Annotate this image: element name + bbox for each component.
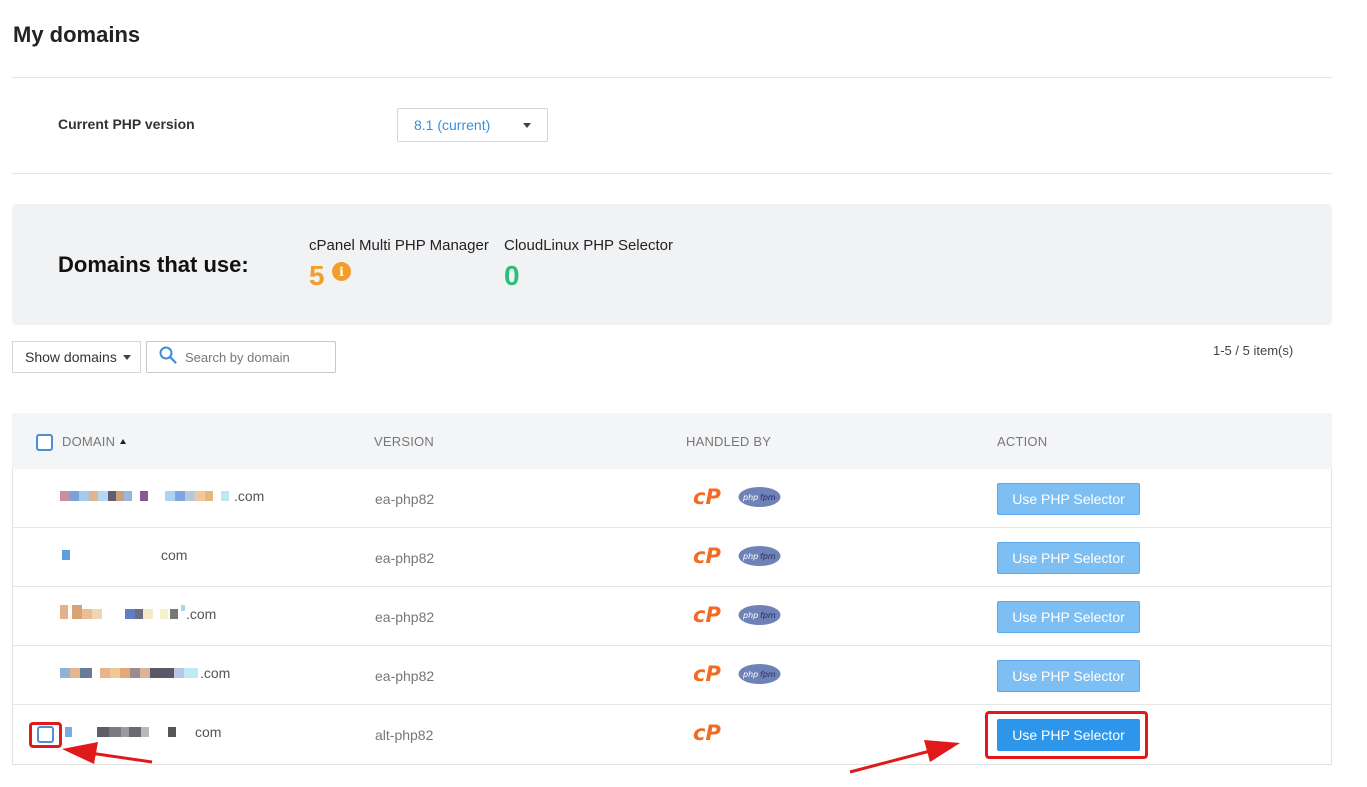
svg-text:php: php [742, 670, 758, 679]
svg-text:php: php [742, 493, 758, 502]
sort-ascending-icon [120, 439, 127, 444]
cpanel-icon: cP [692, 661, 724, 686]
php-fpm-icon: php fpm [738, 604, 781, 626]
chevron-down-icon [122, 354, 131, 360]
table-row: .com ea-php82 cP php fpm Use PHP Selector [13, 646, 1331, 705]
column-header-version: VERSION [374, 434, 434, 449]
domain-suffix: com [195, 724, 222, 740]
svg-text:fpm: fpm [760, 552, 776, 561]
svg-text:fpm: fpm [760, 670, 776, 679]
table-header: DOMAIN VERSION HANDLED BY ACTION [12, 413, 1332, 469]
svg-text:fpm: fpm [760, 493, 776, 502]
cpanel-icon: cP [692, 543, 724, 568]
cloudlinux-stat-label: CloudLinux PHP Selector [504, 237, 673, 254]
items-count: 1-5 / 5 item(s) [1213, 343, 1294, 358]
column-header-action: ACTION [997, 434, 1048, 449]
stats-heading: Domains that use: [58, 252, 249, 277]
cpanel-icon: cP [692, 484, 724, 509]
show-domains-dropdown[interactable]: Show domains [12, 341, 141, 373]
php-version: alt-php82 [375, 727, 434, 743]
search-icon [159, 346, 177, 369]
php-version-select[interactable]: 8.1 (current) [397, 108, 548, 142]
column-header-handled-by: HANDLED BY [686, 434, 772, 449]
highlight-button [985, 711, 1148, 759]
domain-name: .com [60, 488, 320, 505]
info-icon[interactable]: i [332, 262, 351, 281]
php-version: ea-php82 [375, 668, 435, 684]
divider [12, 77, 1332, 78]
cpanel-icon: cP [692, 720, 724, 745]
svg-text:cP: cP [693, 721, 721, 744]
svg-text:fpm: fpm [760, 611, 776, 620]
domain-suffix: com [161, 547, 188, 563]
select-all-checkbox[interactable] [36, 434, 53, 451]
svg-text:php: php [742, 611, 758, 620]
svg-text:cP: cP [693, 485, 721, 508]
php-version: ea-php82 [375, 550, 435, 566]
svg-text:php: php [742, 552, 758, 561]
php-version: ea-php82 [375, 491, 435, 507]
cpanel-stat-value: 5 [309, 260, 325, 291]
domain-suffix: .com [234, 488, 265, 504]
stats-panel: Domains that use: cPanel Multi PHP Manag… [12, 204, 1332, 325]
column-header-domain[interactable]: DOMAIN [62, 434, 127, 449]
use-php-selector-button[interactable]: Use PHP Selector [997, 601, 1140, 633]
domain-name: .com [60, 665, 320, 682]
table-row: com ea-php82 cP php fpm Use PHP Selector [13, 528, 1331, 587]
cloudlinux-stat-value: 0 [504, 260, 520, 291]
table-row: .com ea-php82 cP php fpm Use PHP Selector [13, 587, 1331, 646]
search-input[interactable] [185, 349, 325, 365]
cpanel-icon: cP [692, 602, 724, 627]
use-php-selector-button[interactable]: Use PHP Selector [997, 542, 1140, 574]
show-domains-label: Show domains [25, 349, 117, 365]
php-fpm-icon: php fpm [738, 486, 781, 508]
domain-name: com [60, 547, 320, 564]
use-php-selector-button[interactable]: Use PHP Selector [997, 660, 1140, 692]
domain-suffix: .com [200, 665, 231, 681]
divider [12, 173, 1332, 174]
chevron-down-icon [523, 123, 531, 128]
highlight-checkbox [29, 722, 62, 748]
php-fpm-icon: php fpm [738, 663, 781, 685]
use-php-selector-button[interactable]: Use PHP Selector [997, 483, 1140, 515]
php-fpm-icon: php fpm [738, 545, 781, 567]
svg-text:cP: cP [693, 662, 721, 685]
svg-text:cP: cP [693, 603, 721, 626]
php-version-value: 8.1 (current) [414, 117, 491, 133]
domain-suffix: .com [186, 606, 217, 622]
page-title: My domains [13, 22, 141, 47]
search-box[interactable] [146, 341, 336, 373]
php-version: ea-php82 [375, 609, 435, 625]
domain-name: .com [60, 605, 320, 623]
cpanel-stat-label: cPanel Multi PHP Manager [309, 237, 489, 254]
svg-text:cP: cP [693, 544, 721, 567]
domain-name: com [60, 724, 320, 741]
table-row: .com ea-php82 cP php fpm Use PHP Selector [13, 469, 1331, 528]
php-version-label: Current PHP version [58, 116, 195, 132]
